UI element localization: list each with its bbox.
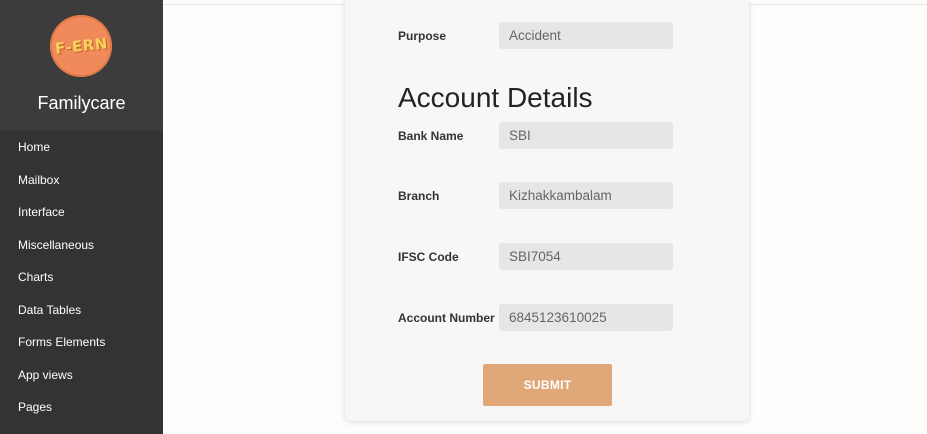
branch-field[interactable]: [499, 182, 673, 209]
logo[interactable]: F-ERN: [50, 15, 112, 77]
sidebar-item-pages[interactable]: Pages: [0, 391, 163, 424]
bank-name-row: Bank Name: [398, 122, 498, 149]
account-form-card: Purpose Account Details Bank Name Branch…: [345, 0, 749, 421]
ifsc-row: IFSC Code: [398, 243, 498, 270]
account-number-field[interactable]: [499, 304, 673, 331]
purpose-label: Purpose: [398, 28, 447, 43]
ifsc-label: IFSC Code: [398, 249, 459, 264]
sidebar-item-mailbox[interactable]: Mailbox: [0, 164, 163, 197]
sidebar-item-app-views[interactable]: App views: [0, 359, 163, 392]
logo-text: F-ERN: [53, 34, 109, 58]
brand-name: Familycare: [37, 93, 126, 113]
bank-name-field[interactable]: [499, 122, 673, 149]
account-number-label: Account Number: [398, 310, 495, 325]
branch-row: Branch: [398, 182, 498, 209]
submit-button[interactable]: SUBMIT: [483, 364, 612, 406]
brand-header: F-ERN Familycare: [0, 0, 163, 131]
purpose-row: Purpose: [398, 22, 498, 49]
sidebar-item-miscellaneous[interactable]: Miscellaneous: [0, 229, 163, 262]
sidebar-item-charts[interactable]: Charts: [0, 261, 163, 294]
ifsc-field[interactable]: [499, 243, 673, 270]
purpose-field[interactable]: [499, 22, 673, 49]
sidebar-item-forms-elements[interactable]: Forms Elements: [0, 326, 163, 359]
sidebar-item-interface[interactable]: Interface: [0, 196, 163, 229]
branch-label: Branch: [398, 188, 440, 203]
section-title: Account Details: [398, 82, 593, 113]
sidebar: F-ERN Familycare Home Mailbox Interface …: [0, 0, 163, 434]
account-number-row: Account Number: [398, 304, 498, 331]
bank-name-label: Bank Name: [398, 128, 464, 143]
sidebar-item-home[interactable]: Home: [0, 131, 163, 164]
sidebar-nav: Home Mailbox Interface Miscellaneous Cha…: [0, 131, 163, 424]
sidebar-item-data-tables[interactable]: Data Tables: [0, 294, 163, 327]
